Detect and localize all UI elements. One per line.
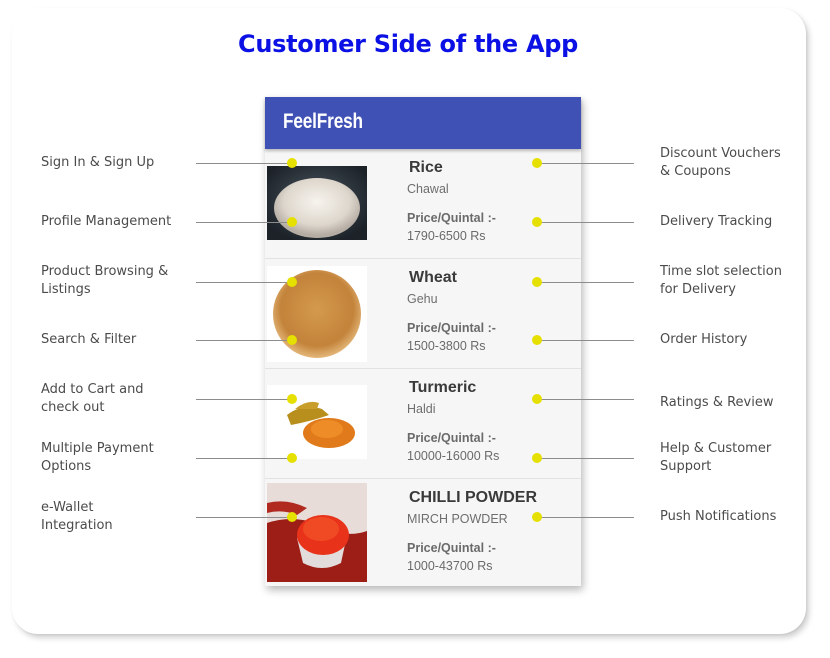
marker-dot — [287, 335, 297, 345]
feature-text: check out — [41, 400, 105, 415]
turmeric-image — [267, 385, 367, 459]
connector-line — [537, 517, 634, 518]
connector-line — [196, 282, 292, 283]
product-name: Wheat — [409, 269, 457, 286]
app-bar: FeelFresh — [265, 97, 581, 149]
marker-dot — [287, 453, 297, 463]
price-label: Price/Quintal :- — [407, 541, 496, 555]
product-row-chilli-powder[interactable]: CHILLI POWDER MIRCH POWDER Price/Quintal… — [265, 479, 581, 588]
marker-dot — [287, 158, 297, 168]
feature-text: Push Notifications — [660, 509, 777, 524]
connector-line — [196, 399, 292, 400]
connector-line — [196, 340, 292, 341]
product-local-name: Gehu — [407, 292, 438, 306]
product-price: 1000-43700 Rs — [407, 559, 493, 573]
marker-dot — [287, 217, 297, 227]
feature-add-to-cart: Add to Cart and check out — [41, 381, 144, 417]
feature-text: Discount Vouchers — [660, 146, 781, 161]
feature-text: Sign In & Sign Up — [41, 155, 155, 170]
feature-e-wallet: e-Wallet Integration — [41, 499, 113, 535]
diagram-title: Customer Side of the App — [238, 30, 578, 58]
feature-text: Order History — [660, 332, 748, 347]
wheat-image — [267, 266, 367, 362]
product-local-name: MIRCH POWDER — [407, 512, 508, 526]
feature-product-browsing: Product Browsing & Listings — [41, 263, 168, 299]
product-local-name: Chawal — [407, 182, 449, 196]
feature-text: Help & Customer — [660, 441, 772, 456]
marker-dot — [532, 512, 542, 522]
feature-discount-vouchers: Discount Vouchers & Coupons — [660, 145, 781, 181]
connector-line — [196, 163, 292, 164]
connector-line — [537, 458, 634, 459]
feature-text: for Delivery — [660, 282, 736, 297]
feature-delivery-tracking: Delivery Tracking — [660, 213, 772, 231]
feature-profile-management: Profile Management — [41, 213, 171, 231]
marker-dot — [532, 158, 542, 168]
feature-text: Listings — [41, 282, 91, 297]
feature-multiple-payment: Multiple Payment Options — [41, 440, 154, 476]
feature-text: Delivery Tracking — [660, 214, 773, 229]
price-label: Price/Quintal :- — [407, 321, 496, 335]
feature-time-slot: Time slot selection for Delivery — [660, 263, 782, 299]
feature-text: Profile Management — [41, 214, 172, 229]
connector-line — [537, 340, 634, 341]
connector-line — [196, 458, 292, 459]
product-name: CHILLI POWDER — [409, 489, 537, 506]
marker-dot — [287, 394, 297, 404]
feature-text: Time slot selection — [660, 264, 782, 279]
marker-dot — [532, 277, 542, 287]
feature-help-support: Help & Customer Support — [660, 440, 771, 476]
product-row-turmeric[interactable]: Turmeric Haldi Price/Quintal :- 10000-16… — [265, 369, 581, 479]
feature-text: Multiple Payment — [41, 441, 154, 456]
marker-dot — [287, 277, 297, 287]
chilli-powder-image — [267, 483, 367, 582]
feature-text: Support — [660, 459, 712, 474]
product-price: 1500-3800 Rs — [407, 339, 486, 353]
product-name: Turmeric — [409, 379, 477, 396]
marker-dot — [532, 217, 542, 227]
connector-line — [537, 163, 634, 164]
connector-line — [537, 282, 634, 283]
feature-order-history: Order History — [660, 331, 747, 349]
feature-text: & Coupons — [660, 164, 731, 179]
product-price: 1790-6500 Rs — [407, 229, 486, 243]
feature-ratings-review: Ratings & Review — [660, 394, 773, 412]
feature-text: Integration — [41, 518, 113, 533]
connector-line — [537, 399, 634, 400]
feature-text: Product Browsing & — [41, 264, 169, 279]
rice-image — [267, 166, 367, 240]
feature-text: Ratings & Review — [660, 395, 774, 410]
price-label: Price/Quintal :- — [407, 431, 496, 445]
marker-dot — [532, 335, 542, 345]
feature-text: Add to Cart and — [41, 382, 144, 397]
product-row-wheat[interactable]: Wheat Gehu Price/Quintal :- 1500-3800 Rs — [265, 259, 581, 369]
app-brand: FeelFresh — [283, 110, 363, 133]
connector-line — [196, 222, 292, 223]
feature-text: Search & Filter — [41, 332, 137, 347]
feature-text: Options — [41, 459, 92, 474]
product-price: 10000-16000 Rs — [407, 449, 500, 463]
connector-line — [196, 517, 292, 518]
feature-push-notifications: Push Notifications — [660, 508, 776, 526]
marker-dot — [532, 453, 542, 463]
connector-line — [537, 222, 634, 223]
product-name: Rice — [409, 159, 443, 176]
feature-sign-in-sign-up: Sign In & Sign Up — [41, 154, 154, 172]
feature-search-filter: Search & Filter — [41, 331, 136, 349]
marker-dot — [287, 512, 297, 522]
price-label: Price/Quintal :- — [407, 211, 496, 225]
marker-dot — [532, 394, 542, 404]
feature-text: e-Wallet — [41, 500, 94, 515]
product-local-name: Haldi — [407, 402, 436, 416]
